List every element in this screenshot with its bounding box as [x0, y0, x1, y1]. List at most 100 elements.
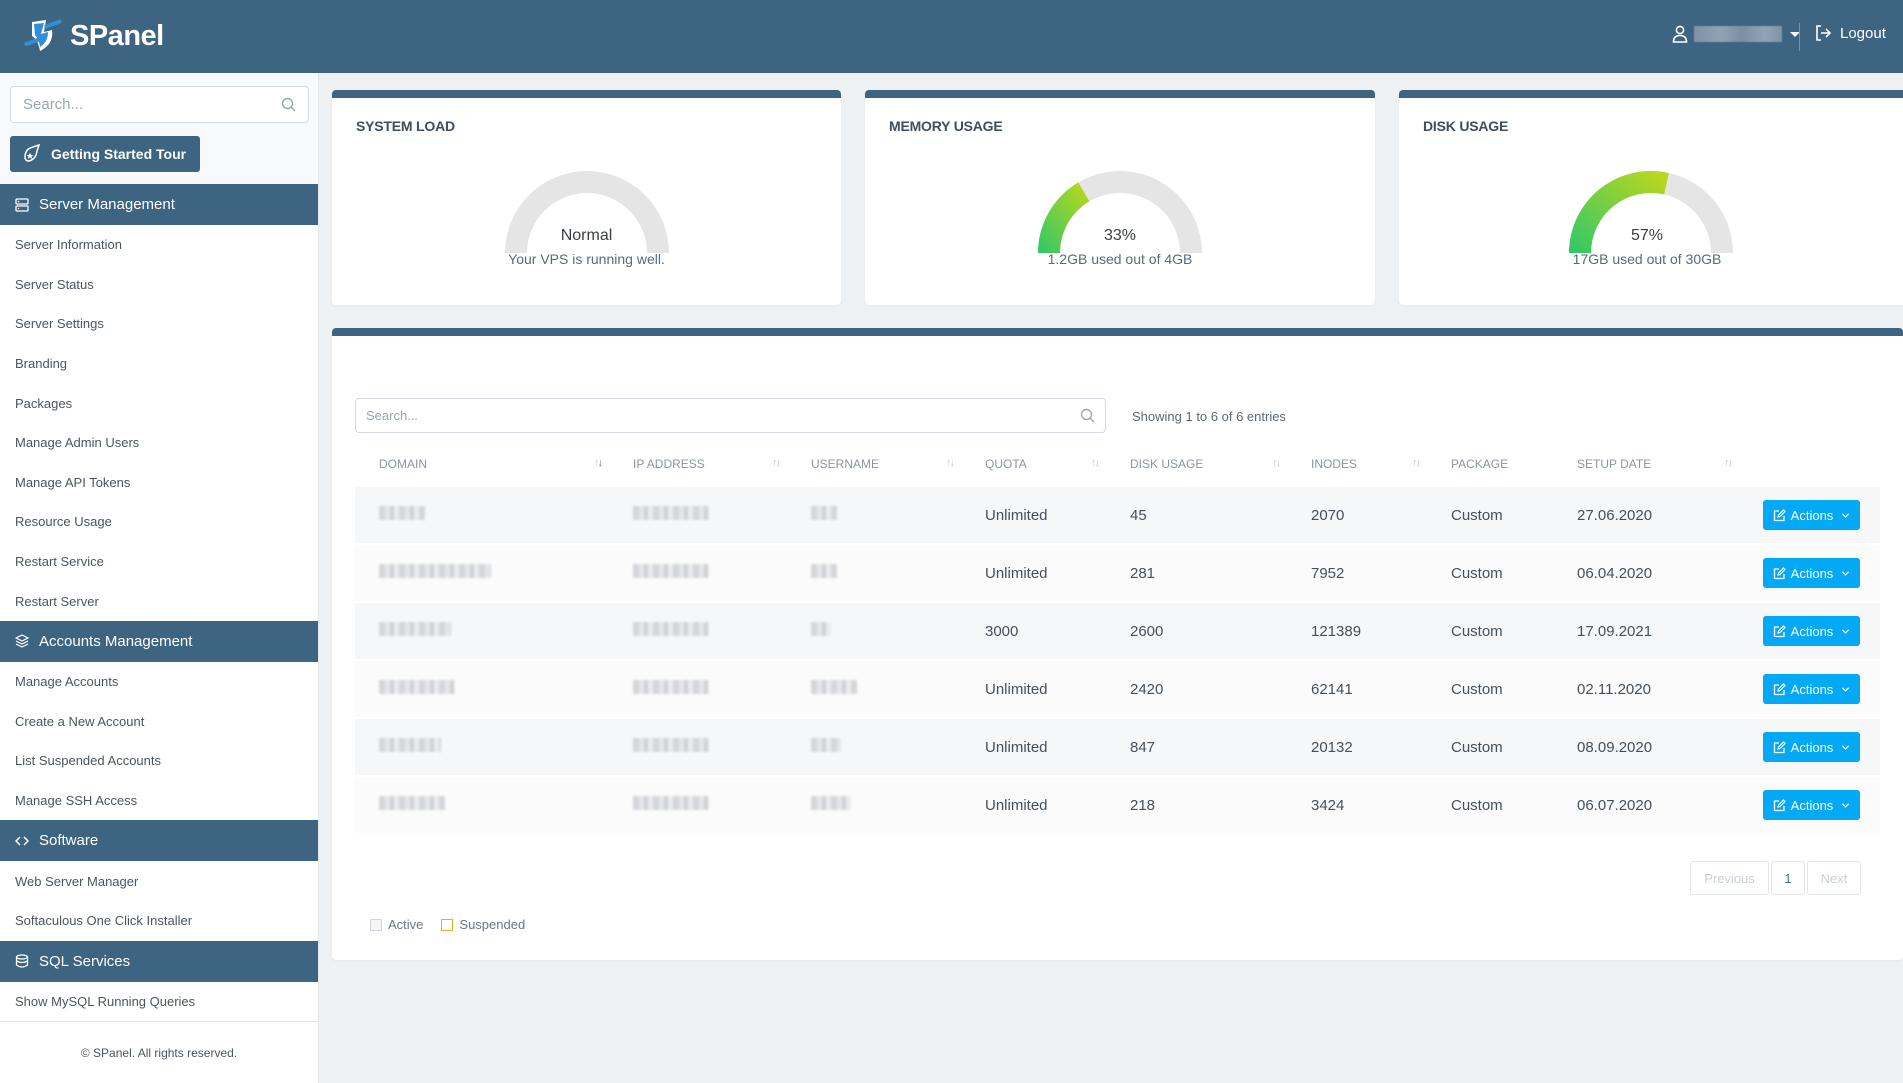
pagination-page-1[interactable]: 1	[1771, 861, 1805, 895]
sidebar-search[interactable]	[10, 86, 309, 123]
cell-ip-address	[609, 603, 787, 659]
redacted-ip	[633, 796, 709, 810]
column-header-inodes[interactable]: INODES ↑↓	[1287, 443, 1427, 485]
getting-started-tour-button[interactable]: Getting Started Tour	[10, 136, 200, 172]
sort-icon[interactable]: ↑↓	[1412, 457, 1421, 469]
redacted-ip	[633, 506, 709, 520]
cell-package: Custom	[1427, 603, 1553, 659]
cell-username	[787, 719, 961, 775]
search-icon[interactable]	[281, 97, 296, 112]
sidebar-item-list-suspended-accounts[interactable]: List Suspended Accounts	[0, 741, 318, 781]
card-title: SYSTEM LOAD	[356, 118, 455, 134]
cell-package: Custom	[1427, 719, 1553, 775]
section-accounts-management[interactable]: Accounts Management	[0, 620, 318, 662]
column-header-domain[interactable]: DOMAIN ↑↓	[355, 443, 609, 485]
sidebar-item-resource-usage[interactable]: Resource Usage	[0, 502, 318, 542]
actions-dropdown-button[interactable]: Actions	[1763, 616, 1860, 646]
sort-icon[interactable]: ↑↓	[1272, 457, 1281, 469]
actions-label: Actions	[1790, 565, 1834, 581]
cell-disk-usage: 45	[1106, 487, 1287, 543]
redacted-domain	[379, 680, 455, 694]
cell-setup-date: 17.09.2021	[1553, 603, 1739, 659]
actions-dropdown-button[interactable]: Actions	[1763, 500, 1860, 530]
column-header-username[interactable]: USERNAME ↑↓	[787, 443, 961, 485]
sidebar-item-server-status[interactable]: Server Status	[0, 265, 318, 305]
pagination: Previous 1 Next	[1690, 861, 1861, 895]
sort-icon[interactable]: ↑↓	[946, 457, 955, 469]
table-row: 3000 2600 121389 Custom 17.09.2021 Actions	[355, 603, 1880, 659]
table-row: Unlimited 218 3424 Custom 06.07.2020 Actions	[355, 777, 1880, 833]
sort-icon[interactable]: ↑↓	[772, 457, 781, 469]
sidebar-item-manage-ssh-access[interactable]: Manage SSH Access	[0, 781, 318, 821]
actions-dropdown-button[interactable]: Actions	[1763, 674, 1860, 704]
chevron-down-icon	[1842, 686, 1850, 692]
edit-icon	[1773, 566, 1786, 579]
user-menu-dropdown[interactable]	[1672, 25, 1800, 43]
sort-icon[interactable]: ↑↓	[1724, 457, 1733, 469]
column-label: DISK USAGE	[1130, 457, 1204, 471]
sidebar: Getting Started Tour Server Management S…	[0, 73, 319, 1083]
gauge-value: Normal	[560, 227, 613, 244]
cell-domain[interactable]	[355, 719, 609, 775]
column-header-ip-address[interactable]: IP ADDRESS ↑↓	[609, 443, 787, 485]
column-header-quota[interactable]: QUOTA ↑↓	[961, 443, 1106, 485]
column-header-disk-usage[interactable]: DISK USAGE ↑↓	[1106, 443, 1287, 485]
pagination-previous[interactable]: Previous	[1690, 861, 1769, 895]
sidebar-item-web-server-manager[interactable]: Web Server Manager	[0, 861, 318, 901]
table-search-input[interactable]	[366, 408, 1080, 423]
top-header: SPanel Logout	[0, 0, 1903, 73]
cell-actions: Actions	[1739, 661, 1880, 717]
sidebar-item-server-settings[interactable]: Server Settings	[0, 304, 318, 344]
cell-quota: Unlimited	[961, 545, 1106, 601]
cell-domain[interactable]	[355, 603, 609, 659]
sidebar-item-branding[interactable]: Branding	[0, 344, 318, 384]
redacted-username	[811, 506, 837, 520]
sidebar-item-server-information[interactable]: Server Information	[0, 225, 318, 265]
column-label: INODES	[1311, 457, 1358, 471]
section-server-management[interactable]: Server Management	[0, 184, 318, 225]
cell-domain[interactable]	[355, 545, 609, 601]
sort-icon[interactable]: ↑↓	[594, 457, 603, 469]
edit-icon	[1773, 508, 1786, 521]
cell-disk-usage: 2600	[1106, 603, 1287, 659]
card-title: MEMORY USAGE	[889, 118, 1003, 134]
disk-usage-card: DISK USAGE 57% 17GB used out of 30GB	[1399, 90, 1903, 305]
logout-label: Logout	[1840, 24, 1886, 42]
cell-domain[interactable]	[355, 777, 609, 833]
section-title: Server Management	[39, 196, 175, 213]
cell-quota: Unlimited	[961, 719, 1106, 775]
column-label: SETUP DATE	[1577, 457, 1652, 471]
chevron-down-icon	[1842, 744, 1850, 750]
sidebar-item-manage-api-tokens[interactable]: Manage API Tokens	[0, 463, 318, 503]
column-header-setup-date[interactable]: SETUP DATE ↑↓	[1553, 443, 1739, 485]
cell-disk-usage: 218	[1106, 777, 1287, 833]
sidebar-item-packages[interactable]: Packages	[0, 383, 318, 423]
section-sql-services[interactable]: SQL Services	[0, 940, 318, 982]
sidebar-item-manage-admin-users[interactable]: Manage Admin Users	[0, 423, 318, 463]
cell-domain[interactable]	[355, 487, 609, 543]
column-header-actions	[1739, 443, 1880, 485]
pagination-next[interactable]: Next	[1807, 861, 1861, 895]
cell-quota: Unlimited	[961, 487, 1106, 543]
sidebar-item-restart-service[interactable]: Restart Service	[0, 542, 318, 582]
logout-button[interactable]: Logout	[1815, 24, 1886, 42]
cell-actions: Actions	[1739, 777, 1880, 833]
sidebar-item-softaculous[interactable]: Softaculous One Click Installer	[0, 901, 318, 941]
sidebar-search-input[interactable]	[23, 96, 281, 113]
sort-icon[interactable]: ↑↓	[1091, 457, 1100, 469]
logo[interactable]: SPanel	[22, 16, 164, 56]
sidebar-item-manage-accounts[interactable]: Manage Accounts	[0, 662, 318, 702]
redacted-ip	[633, 622, 709, 636]
cell-domain[interactable]	[355, 661, 609, 717]
redacted-domain	[379, 506, 425, 520]
actions-dropdown-button[interactable]: Actions	[1763, 558, 1860, 588]
actions-dropdown-button[interactable]: Actions	[1763, 732, 1860, 762]
sidebar-item-create-account[interactable]: Create a New Account	[0, 702, 318, 742]
search-icon[interactable]	[1080, 408, 1095, 423]
redacted-username	[811, 564, 837, 578]
section-software[interactable]: Software	[0, 820, 318, 862]
sidebar-item-restart-server[interactable]: Restart Server	[0, 581, 318, 621]
table-search[interactable]	[355, 398, 1106, 433]
actions-dropdown-button[interactable]: Actions	[1763, 790, 1860, 820]
sidebar-item-show-mysql-queries[interactable]: Show MySQL Running Queries	[0, 982, 318, 1022]
